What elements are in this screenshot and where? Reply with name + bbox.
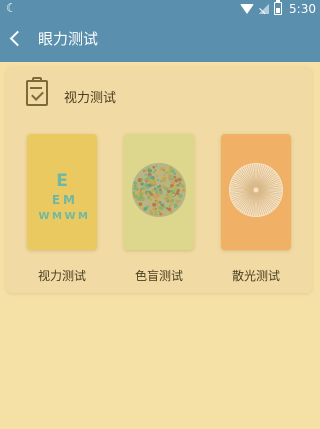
status-time: 5:30 [289, 1, 316, 16]
chart-letter: W [38, 211, 49, 222]
color-blind-test-tile[interactable] [124, 134, 194, 250]
color-blind-test-label: 色盲测试 [134, 269, 183, 283]
chart-letter: W [64, 211, 75, 222]
back-button[interactable] [6, 28, 28, 50]
clipboard-check-icon [24, 77, 52, 107]
section-title: 视力测试 [64, 91, 117, 106]
astigmatism-test-tile[interactable] [221, 134, 291, 250]
status-bar: ☾ 5:30 [0, 0, 320, 17]
color-dot-plate-icon [132, 163, 186, 217]
signal-icon [259, 3, 270, 14]
vision-test-label: 视力测试 [37, 269, 86, 283]
astigmatism-dial-icon [229, 163, 283, 217]
astigmatism-test-label: 散光测试 [231, 269, 280, 283]
chart-letter: M [63, 193, 75, 207]
chart-letter: E [52, 193, 60, 207]
page-title: 眼力测试 [38, 30, 99, 48]
wifi-icon [240, 3, 255, 14]
chart-letter: E [56, 171, 68, 191]
battery-icon [274, 0, 283, 15]
chart-letter: M [52, 211, 62, 222]
vision-test-tile[interactable]: E E M W M W M [27, 134, 97, 250]
app-bar: 眼力测试 [0, 17, 320, 62]
status-icons: 5:30 [240, 0, 316, 17]
eye-chart-icon: E E M W M W M [38, 171, 88, 222]
chart-letter: M [78, 211, 88, 222]
moon-icon: ☾ [6, 1, 17, 15]
test-card: 视力测试 E E M W M W M 视力测试 色盲测试 散光测试 [6, 67, 312, 293]
